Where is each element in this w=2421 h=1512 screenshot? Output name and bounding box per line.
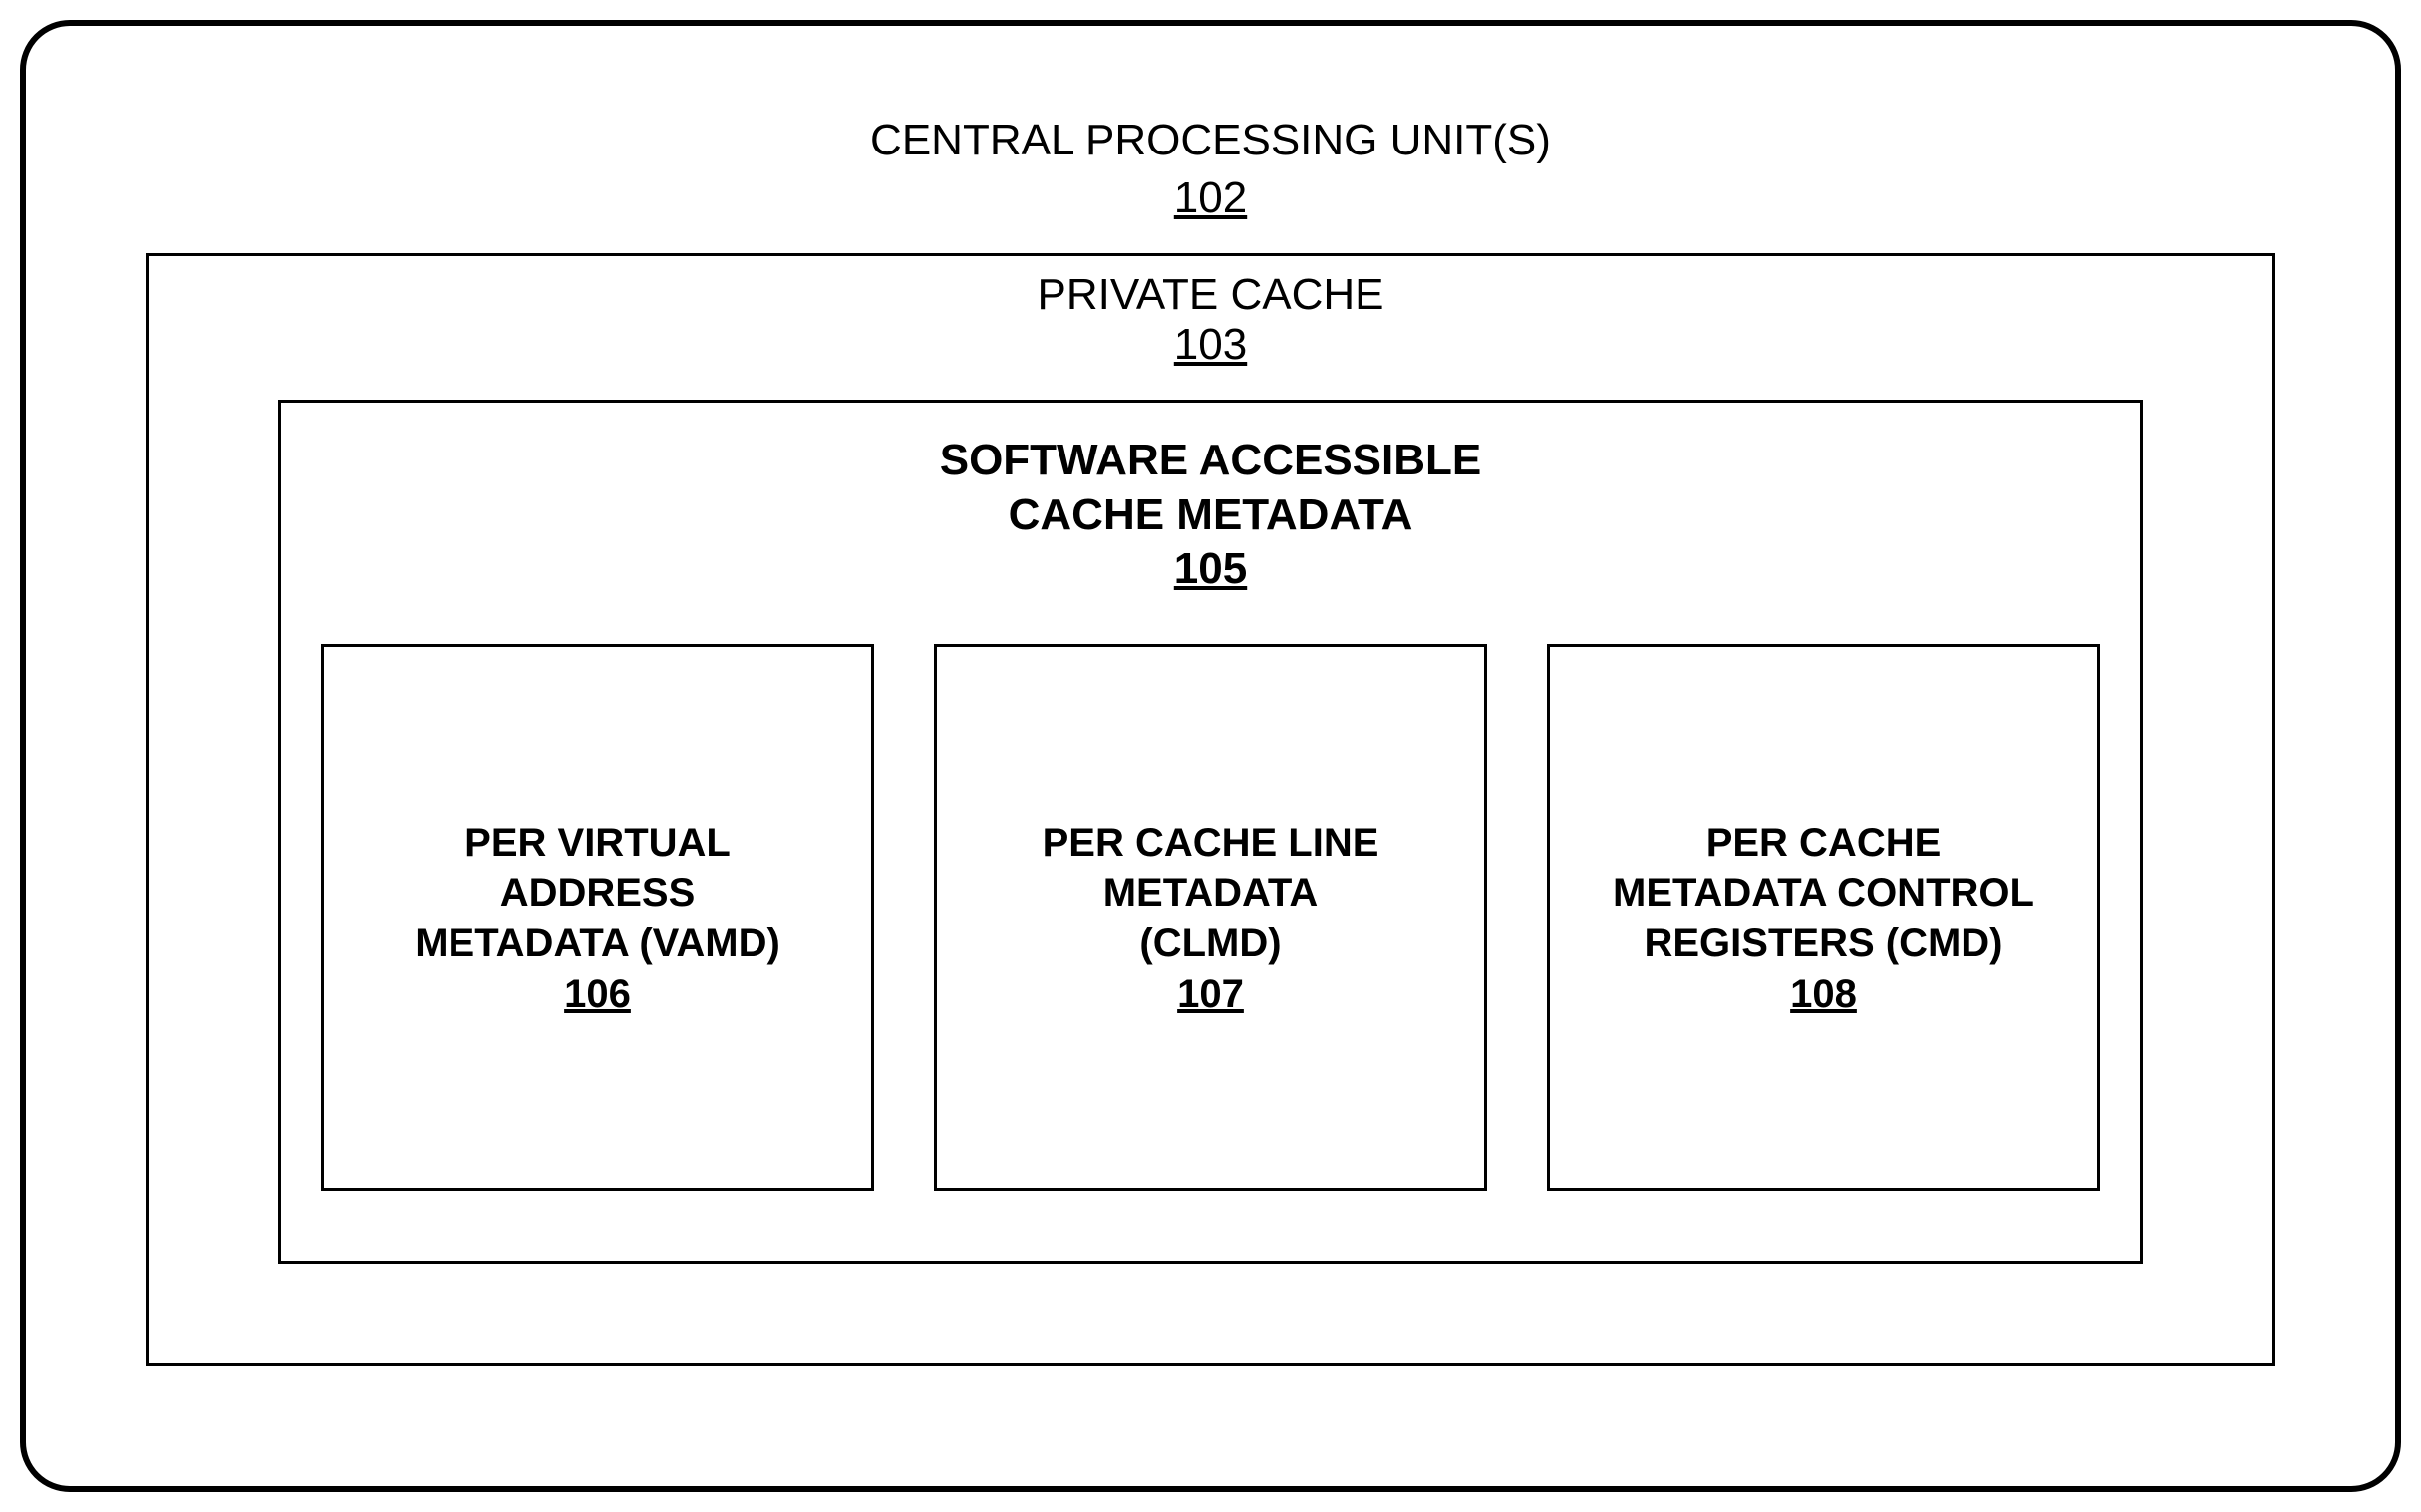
cpu-ref-number: 102 (146, 173, 2275, 223)
inner-boxes-row: PER VIRTUAL ADDRESS METADATA (VAMD) 106 … (321, 644, 2100, 1191)
clmd-line2: METADATA (1103, 871, 1319, 915)
vamd-box: PER VIRTUAL ADDRESS METADATA (VAMD) 106 (321, 644, 874, 1191)
cmd-line2: METADATA CONTROL (1613, 871, 2034, 915)
vamd-line1: PER VIRTUAL (464, 821, 731, 865)
clmd-line3: (CLMD) (1139, 921, 1281, 965)
clmd-title: PER CACHE LINE METADATA (CLMD) (1043, 818, 1379, 968)
metadata-title-line2: CACHE METADATA (1009, 490, 1413, 539)
metadata-title-line1: SOFTWARE ACCESSIBLE (940, 436, 1482, 484)
metadata-title: SOFTWARE ACCESSIBLE CACHE METADATA (321, 433, 2100, 542)
software-accessible-metadata-box: SOFTWARE ACCESSIBLE CACHE METADATA 105 P… (278, 400, 2143, 1264)
cmd-line3: REGISTERS (CMD) (1644, 921, 2002, 965)
metadata-ref-number: 105 (321, 544, 2100, 594)
cmd-line1: PER CACHE (1706, 821, 1942, 865)
private-cache-ref-number: 103 (278, 320, 2143, 370)
private-cache-box: PRIVATE CACHE 103 SOFTWARE ACCESSIBLE CA… (146, 253, 2275, 1366)
cmd-title: PER CACHE METADATA CONTROL REGISTERS (CM… (1613, 818, 2034, 968)
clmd-line1: PER CACHE LINE (1043, 821, 1379, 865)
vamd-line3: METADATA (VAMD) (415, 921, 780, 965)
cpu-title: CENTRAL PROCESSING UNIT(S) (146, 116, 2275, 165)
clmd-ref-number: 107 (1177, 972, 1244, 1017)
cpu-container: CENTRAL PROCESSING UNIT(S) 102 PRIVATE C… (20, 20, 2401, 1492)
private-cache-title: PRIVATE CACHE (278, 270, 2143, 320)
cmd-ref-number: 108 (1790, 972, 1857, 1017)
vamd-title: PER VIRTUAL ADDRESS METADATA (VAMD) (415, 818, 780, 968)
clmd-box: PER CACHE LINE METADATA (CLMD) 107 (934, 644, 1487, 1191)
vamd-line2: ADDRESS (500, 871, 696, 915)
vamd-ref-number: 106 (564, 972, 631, 1017)
cmd-box: PER CACHE METADATA CONTROL REGISTERS (CM… (1547, 644, 2100, 1191)
